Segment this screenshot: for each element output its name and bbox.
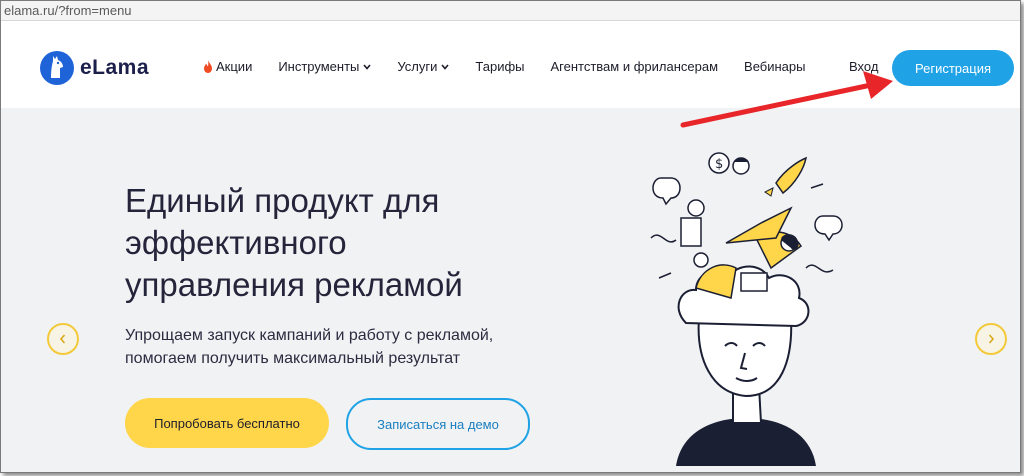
try-free-button[interactable]: Попробовать бесплатно [125,398,329,448]
nav-item-promos[interactable]: Акции [203,59,252,74]
address-text: elama.ru/?from=menu [4,3,132,18]
chevron-down-icon [441,63,449,70]
nav-item-agencies[interactable]: Агентствам и фрилансерам [551,59,719,74]
hero-illustration: $ [650,152,843,466]
carousel-prev-button[interactable] [47,323,79,355]
logo-text: eLama [80,56,150,79]
site-header: eLama Акции Инструменты Услуги Тарифы Аг… [1,22,1020,108]
browser-window: elama.ru/?from=menu eLama Акции Инструме… [0,0,1021,473]
nav-item-webinars[interactable]: Вебинары [744,59,805,74]
hero-subtitle-line: помогаем получить максимальный результат [125,350,461,367]
nav-item-tools[interactable]: Инструменты [278,59,371,74]
logo[interactable]: eLama [39,50,149,86]
register-button[interactable]: Регистрация [892,50,1014,86]
login-link[interactable]: Вход [849,59,878,74]
hero-title-line: эффективного [125,224,347,261]
fire-icon [204,60,212,73]
nav-label: Инструменты [278,59,360,74]
main-nav: Акции Инструменты Услуги Тарифы Агентств… [203,59,805,74]
hero-subtitle-line: Упрощаем запуск кампаний и работу с рекл… [125,327,494,344]
nav-item-services[interactable]: Услуги [397,59,449,74]
carousel-next-button[interactable] [975,323,1007,355]
svg-text:$: $ [715,157,723,172]
nav-label: Агентствам и фрилансерам [550,59,719,74]
chevron-left-icon [59,334,66,344]
hero-subtitle: Упрощаем запуск кампаний и работу с рекл… [125,324,545,370]
book-demo-button[interactable]: Записаться на демо [346,398,530,450]
hero-title: Единый продукт для эффективного управлен… [125,180,545,306]
nav-item-pricing[interactable]: Тарифы [475,59,524,74]
address-bar[interactable]: elama.ru/?from=menu [1,1,1020,21]
hero-title-line: управления рекламой [125,266,463,303]
chevron-down-icon [363,63,371,70]
nav-label: Тарифы [475,59,525,74]
nav-label: Акции [216,59,253,74]
nav-label: Услуги [397,59,438,74]
chevron-right-icon [988,334,995,344]
nav-label: Вебинары [744,59,806,74]
hero-title-line: Единый продукт для [125,182,440,219]
llama-logo-icon [40,51,74,85]
hero-section: Единый продукт для эффективного управлен… [1,108,1020,472]
